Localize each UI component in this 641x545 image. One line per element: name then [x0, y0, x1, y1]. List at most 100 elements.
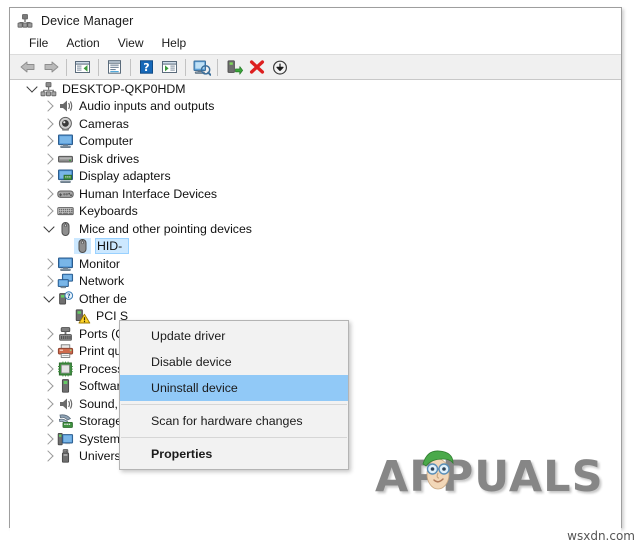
- tree-node-label: Mice and other pointing devices: [79, 221, 252, 236]
- tree-node-label: HID-: [95, 238, 130, 255]
- window-title: Device Manager: [41, 13, 134, 28]
- chevron-right-icon[interactable]: [41, 326, 57, 342]
- chevron-right-icon[interactable]: [41, 396, 57, 412]
- chevron-right-icon[interactable]: [41, 133, 57, 149]
- toolbar-separator-5: [217, 58, 218, 76]
- tree-node-label: Network: [79, 274, 125, 289]
- device-manager-window: Device Manager File Action View Help ? D…: [9, 7, 622, 545]
- tree-node-disk-drives[interactable]: Disk drives: [10, 150, 621, 168]
- chevron-down-icon[interactable]: [41, 221, 57, 237]
- title-bar: Device Manager: [10, 8, 621, 33]
- printer-icon: [57, 343, 74, 359]
- context-menu-item-properties[interactable]: Properties: [120, 441, 348, 467]
- context-menu-item-disable-device[interactable]: Disable device: [120, 349, 348, 375]
- tree-node-mice-and-other-pointing-devices[interactable]: Mice and other pointing devices: [10, 220, 621, 238]
- chevron-right-icon[interactable]: [41, 168, 57, 184]
- chevron-right-icon[interactable]: [41, 378, 57, 394]
- port-icon: [57, 326, 74, 342]
- menu-help[interactable]: Help: [153, 35, 196, 52]
- chevron-right-icon[interactable]: [41, 273, 57, 289]
- chevron-right-icon[interactable]: [41, 256, 57, 272]
- tree-node-display-adapters[interactable]: Display adapters: [10, 168, 621, 186]
- menu-view[interactable]: View: [109, 35, 153, 52]
- display-adapter-icon: [57, 168, 74, 184]
- toolbar-separator-2: [98, 58, 99, 76]
- toolbar-separator-1: [66, 58, 67, 76]
- mouse-icon: [57, 221, 74, 237]
- svg-text:?: ?: [143, 61, 149, 74]
- device-manager-icon: [17, 13, 33, 29]
- processor-icon: [57, 361, 74, 377]
- tree-node-audio-inputs-and-outputs[interactable]: Audio inputs and outputs: [10, 98, 621, 116]
- tree-node-root[interactable]: DESKTOP-QKP0HDM: [10, 80, 621, 98]
- menu-file[interactable]: File: [20, 35, 57, 52]
- chevron-right-icon[interactable]: [41, 361, 57, 377]
- chevron-down-icon[interactable]: [41, 291, 57, 307]
- tree-node-cameras[interactable]: Cameras: [10, 115, 621, 133]
- tree-node-label: Other de: [79, 291, 127, 306]
- source-credit: wsxdn.com: [567, 529, 635, 543]
- speaker-icon: [57, 396, 74, 412]
- context-menu-separator: [121, 404, 347, 405]
- computer-root-icon: [40, 81, 57, 97]
- network-adapter-icon: [57, 273, 74, 289]
- usb-controller-icon: [57, 448, 74, 464]
- mouse-icon: [74, 238, 91, 255]
- toolbar: ?: [10, 54, 621, 80]
- update-driver-icon[interactable]: [222, 56, 245, 78]
- tree-node-label: Audio inputs and outputs: [79, 99, 215, 114]
- tree-node-computer[interactable]: Computer: [10, 133, 621, 151]
- tree-node-monitors[interactable]: Monitor: [10, 255, 621, 273]
- tree-node-network-adapters[interactable]: Network: [10, 273, 621, 291]
- back-arrow-icon[interactable]: [16, 56, 39, 78]
- toolbar-separator-4: [185, 58, 186, 76]
- chevron-down-icon[interactable]: [24, 81, 40, 97]
- tree-node-label: Computer: [79, 134, 133, 149]
- chevron-right-icon[interactable]: [41, 186, 57, 202]
- menu-action[interactable]: Action: [57, 35, 108, 52]
- chevron-right-icon[interactable]: [41, 448, 57, 464]
- svg-text:?: ?: [67, 293, 71, 300]
- tree-node-other-devices[interactable]: ? Other de: [10, 290, 621, 308]
- camera-icon: [57, 116, 74, 132]
- hid-icon: [57, 186, 74, 202]
- speaker-icon: [57, 98, 74, 114]
- forward-arrow-icon[interactable]: [39, 56, 62, 78]
- tree-node-label: Disk drives: [79, 151, 140, 166]
- chevron-right-icon[interactable]: [41, 116, 57, 132]
- tree-node-hid-device[interactable]: HID-: [10, 238, 621, 256]
- chevron-right-icon[interactable]: [41, 151, 57, 167]
- context-menu-item-scan-for-hardware-changes[interactable]: Scan for hardware changes: [120, 408, 348, 434]
- tree-node-keyboards[interactable]: Keyboards: [10, 203, 621, 221]
- tree-node-label: Monitor: [79, 256, 121, 271]
- uninstall-device-icon[interactable]: [245, 56, 268, 78]
- chevron-right-icon[interactable]: [41, 203, 57, 219]
- system-device-icon: [57, 431, 74, 447]
- toolbar-separator-3: [130, 58, 131, 76]
- unknown-device-warning-icon: [74, 308, 91, 324]
- chevron-right-icon[interactable]: [41, 413, 57, 429]
- tree-node-label: Display adapters: [79, 169, 171, 184]
- disk-drive-icon: [57, 151, 74, 167]
- device-tree[interactable]: DESKTOP-QKP0HDM Audio inputs and outputs: [10, 80, 621, 545]
- screenshot-root: Device Manager File Action View Help ? D…: [0, 0, 641, 545]
- keyboard-icon: [57, 203, 74, 219]
- context-menu: Update driver Disable device Uninstall d…: [119, 320, 349, 470]
- chevron-right-icon[interactable]: [41, 431, 57, 447]
- tree-node-label: DESKTOP-QKP0HDM: [62, 81, 186, 96]
- context-menu-item-update-driver[interactable]: Update driver: [120, 323, 348, 349]
- menu-bar: File Action View Help: [10, 33, 621, 54]
- chevron-right-icon[interactable]: [41, 98, 57, 114]
- chevron-right-icon[interactable]: [41, 343, 57, 359]
- tree-node-label: Human Interface Devices: [79, 186, 218, 201]
- software-device-icon: [57, 378, 74, 394]
- view-icon[interactable]: [158, 56, 181, 78]
- help-icon[interactable]: ?: [135, 56, 158, 78]
- properties-icon[interactable]: [103, 56, 126, 78]
- disable-device-icon[interactable]: [268, 56, 291, 78]
- context-menu-item-uninstall-device[interactable]: Uninstall device: [120, 375, 348, 401]
- show-hide-console-tree-icon[interactable]: [71, 56, 94, 78]
- monitor-icon: [57, 256, 74, 272]
- tree-node-human-interface-devices[interactable]: Human Interface Devices: [10, 185, 621, 203]
- scan-for-hardware-changes-icon[interactable]: [190, 56, 213, 78]
